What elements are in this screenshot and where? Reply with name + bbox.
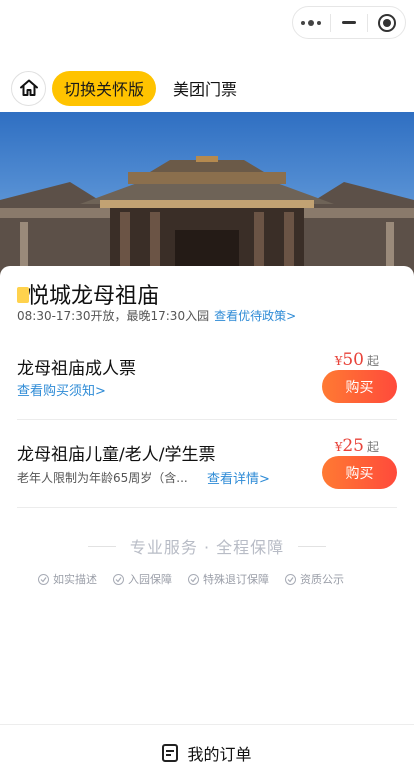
more-dots-icon — [301, 19, 322, 26]
page-title: 美团门票 — [173, 80, 238, 99]
ticket-price: ¥25 起 — [335, 436, 379, 456]
buy-button[interactable]: 购买 — [322, 456, 397, 489]
ticket-item-adult: 龙母祖庙成人票 查看购买须知> ¥50 起 购买 — [17, 346, 397, 434]
my-orders-label: 我的订单 — [187, 744, 252, 764]
service-item-label: 特殊退订保障 — [203, 573, 269, 586]
view-details-link[interactable]: 查看详情> — [207, 468, 270, 487]
ticket-name: 龙母祖庙儿童/老人/学生票 — [17, 445, 216, 465]
buy-button[interactable]: 购买 — [322, 370, 397, 403]
mini-program-capsule — [292, 6, 406, 39]
check-circle-icon — [285, 573, 296, 585]
check-circle-icon — [188, 573, 199, 585]
opening-hours-row: 08:30-17:30开放，最晚17:30入园 查看优待政策> — [17, 307, 296, 324]
target-icon — [377, 13, 396, 32]
opening-hours: 08:30-17:30开放，最晚17:30入园 — [17, 309, 210, 323]
title-highlight-mark — [17, 283, 29, 305]
divider — [17, 419, 397, 420]
nav-bar: 切换关怀版 美团门票 — [11, 70, 237, 106]
ticket-description: 老年人限制为年龄65周岁（含... — [17, 471, 188, 485]
service-guarantee-title: 专业服务 · 全程保障 — [129, 538, 285, 557]
attraction-name: 悦城龙母祖庙 — [27, 284, 160, 309]
home-button[interactable] — [11, 70, 46, 106]
ticket-price: ¥50 起 — [335, 350, 379, 370]
more-button[interactable] — [293, 7, 330, 38]
close-button[interactable] — [368, 7, 405, 38]
discount-policy-link[interactable]: 查看优待政策> — [214, 307, 296, 324]
service-guarantee-header: 专业服务 · 全程保障 — [0, 534, 414, 558]
ticket-info-card: 悦城龙母祖庙 08:30-17:30开放，最晚17:30入园 查看优待政策> 龙… — [0, 266, 414, 726]
minimize-button[interactable] — [331, 7, 368, 38]
price-value: 50 — [342, 350, 364, 370]
switch-care-mode-button[interactable]: 切换关怀版 — [52, 70, 157, 106]
service-item-label: 如实描述 — [53, 573, 97, 586]
service-item-label: 入园保障 — [128, 573, 172, 586]
service-item: 资质公示 — [285, 571, 344, 587]
decorative-line — [87, 545, 116, 547]
price-value: 25 — [342, 436, 364, 456]
price-suffix: 起 — [366, 354, 379, 368]
my-orders-button[interactable]: 我的订单 — [0, 724, 414, 780]
temple-photo — [0, 112, 414, 282]
service-item-label: 资质公示 — [300, 573, 344, 586]
price-suffix: 起 — [366, 440, 379, 454]
check-circle-icon — [38, 573, 49, 585]
home-icon — [19, 79, 38, 96]
attraction-title-row: 悦城龙母祖庙 — [17, 278, 159, 310]
order-list-icon — [162, 743, 179, 762]
attraction-banner-image[interactable] — [0, 112, 414, 282]
service-item: 如实描述 — [38, 571, 97, 587]
divider — [17, 507, 397, 508]
service-guarantee-list: 如实描述 入园保障 特殊退订保障 资质公示 — [38, 571, 360, 587]
check-circle-icon — [113, 573, 124, 585]
ticket-name: 龙母祖庙成人票 — [17, 359, 136, 379]
service-item: 特殊退订保障 — [188, 571, 269, 587]
service-item: 入园保障 — [113, 571, 172, 587]
minus-icon — [342, 21, 356, 24]
decorative-line — [298, 545, 327, 547]
ticket-description-row: 老年人限制为年龄65周岁（含... 查看详情> — [17, 468, 270, 487]
purchase-notice-link[interactable]: 查看购买须知> — [17, 380, 106, 399]
